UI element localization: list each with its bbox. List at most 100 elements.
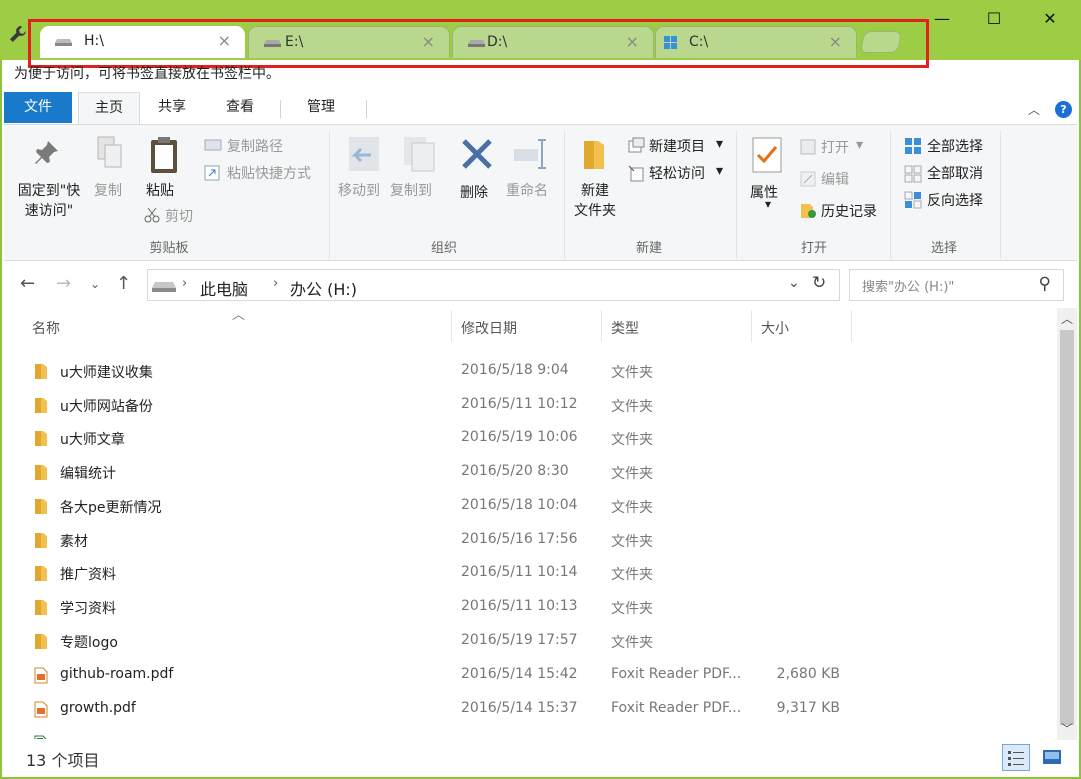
paste-shortcut-button[interactable]: 粘贴快捷方式 xyxy=(227,163,311,183)
properties-button[interactable]: 属性 xyxy=(750,182,778,202)
pin-quick-access-button[interactable]: 固定到"快 速访问" xyxy=(14,180,84,220)
column-divider[interactable] xyxy=(851,310,852,342)
group-label-clipboard: 剪贴板 xyxy=(149,241,189,256)
edit-button[interactable]: 编辑 xyxy=(821,169,849,189)
history-button[interactable]: 历史记录 xyxy=(821,201,877,221)
column-divider[interactable] xyxy=(451,310,452,342)
list-item[interactable]: 学习资料 2016/5/11 10:13 文件夹 xyxy=(4,591,1054,624)
rename-button[interactable]: 重命名 xyxy=(506,180,548,200)
group-label-new: 新建 xyxy=(635,241,662,256)
file-type: Foxit Reader PDF... xyxy=(611,666,742,682)
tab-home[interactable]: 主页 xyxy=(78,92,140,124)
scroll-up-icon[interactable]: ︿ xyxy=(1061,310,1073,327)
file-name: 编辑统计 xyxy=(60,466,116,482)
folder-icon xyxy=(35,364,47,379)
list-item[interactable]: github-roam.pdf 2016/5/14 15:42 Foxit Re… xyxy=(4,659,1054,692)
breadcrumb-drive[interactable]: 办公 (H:) xyxy=(290,276,357,300)
file-date: 2016/5/16 17:56 xyxy=(461,531,578,547)
group-separator xyxy=(564,131,565,259)
delete-icon xyxy=(460,137,494,175)
list-item[interactable]: 专题logo 2016/5/19 17:57 文件夹 xyxy=(4,625,1054,658)
help-icon[interactable]: ? xyxy=(1055,101,1072,118)
easy-access-dropdown-icon[interactable]: ▾ xyxy=(716,163,723,179)
folder-icon xyxy=(35,431,47,446)
pin-label-line1: 固定到"快 xyxy=(17,183,81,199)
column-modified[interactable]: 修改日期 xyxy=(461,318,517,338)
select-none-button[interactable]: 全部取消 xyxy=(927,163,983,183)
copy-path-button[interactable]: 复制路径 xyxy=(227,136,283,156)
copy-icon xyxy=(96,135,124,175)
column-type[interactable]: 类型 xyxy=(611,318,639,338)
address-dropdown-icon[interactable]: ⌄ xyxy=(788,275,800,291)
search-icon[interactable]: ⚲ xyxy=(1039,274,1051,294)
column-size[interactable]: 大小 xyxy=(761,318,789,338)
bookmark-hint: 为便于访问，可将书签直接放在书签栏中。 xyxy=(14,66,280,82)
move-to-button[interactable]: 移动到 xyxy=(338,180,380,200)
new-item-dropdown-icon[interactable]: ▾ xyxy=(716,136,723,152)
paste-button[interactable]: 粘贴 xyxy=(146,180,174,200)
tab-view[interactable]: 查看 xyxy=(210,92,270,123)
file-date: 2016/5/19 17:57 xyxy=(461,632,578,648)
large-icons-view-button[interactable] xyxy=(1038,744,1066,771)
scroll-down-icon[interactable]: ﹀ xyxy=(1061,720,1073,737)
column-divider[interactable] xyxy=(751,310,752,342)
up-arrow-icon[interactable]: ↑ xyxy=(116,273,131,294)
list-item[interactable]: 编辑统计 2016/5/20 8:30 文件夹 xyxy=(4,456,1054,489)
open-icon xyxy=(800,139,816,159)
list-item[interactable]: u大师建议收集 2016/5/18 9:04 文件夹 xyxy=(4,355,1054,388)
file-date: 2016/5/14 15:42 xyxy=(461,666,578,682)
details-view-button[interactable] xyxy=(1002,744,1030,771)
file-date: 2016/5/11 10:12 xyxy=(461,396,578,412)
cut-button[interactable]: 剪切 xyxy=(165,206,193,226)
back-arrow-icon[interactable]: ← xyxy=(20,273,35,294)
tab-divider xyxy=(366,100,367,118)
tab-share[interactable]: 共享 xyxy=(144,92,200,123)
list-item[interactable]: growth.pdf 2016/5/14 15:37 Foxit Reader … xyxy=(4,693,1054,726)
column-divider[interactable] xyxy=(601,310,602,342)
folder-icon xyxy=(35,634,47,649)
forward-arrow-icon[interactable]: → xyxy=(56,273,71,294)
list-item[interactable]: 素材 2016/5/16 17:56 文件夹 xyxy=(4,524,1054,557)
collapse-ribbon-icon[interactable]: ︿ xyxy=(1028,101,1040,118)
file-size: 2,680 KB xyxy=(776,666,840,682)
easy-access-button[interactable]: 轻松访问 xyxy=(649,163,705,183)
vertical-scrollbar[interactable]: ︿ ﹀ xyxy=(1057,308,1077,740)
select-none-icon xyxy=(904,165,922,187)
list-item[interactable]: u大师网站备份 2016/5/11 10:12 文件夹 xyxy=(4,389,1054,422)
tab-manage[interactable]: 管理 xyxy=(290,92,352,123)
minimize-button[interactable]: — xyxy=(925,7,959,31)
new-folder-button[interactable]: 新建 文件夹 xyxy=(572,180,618,220)
open-button[interactable]: 打开 xyxy=(821,137,849,157)
group-label-select: 选择 xyxy=(930,241,957,256)
list-item[interactable]: 各大pe更新情况 2016/5/18 10:04 文件夹 xyxy=(4,490,1054,523)
file-type: 文件夹 xyxy=(611,500,653,516)
scroll-thumb[interactable] xyxy=(1060,330,1074,725)
tab-file[interactable]: 文件 xyxy=(4,92,72,123)
maximize-button[interactable]: ☐ xyxy=(977,7,1011,31)
file-type: 文件夹 xyxy=(611,432,653,448)
wrench-icon[interactable] xyxy=(8,24,30,46)
list-item-partial[interactable] xyxy=(4,727,1054,739)
list-item[interactable]: 推广资料 2016/5/11 10:14 文件夹 xyxy=(4,557,1054,590)
copy-button[interactable]: 复制 xyxy=(94,180,122,200)
group-separator xyxy=(890,131,891,259)
copy-to-button[interactable]: 复制到 xyxy=(390,180,432,200)
properties-dropdown-icon[interactable]: ▾ xyxy=(765,197,771,211)
delete-button[interactable]: 删除 xyxy=(460,182,488,202)
open-dropdown-icon[interactable]: ▾ xyxy=(856,137,863,153)
new-item-icon xyxy=(628,137,645,157)
invert-selection-button[interactable]: 反向选择 xyxy=(927,190,983,210)
recent-dropdown-icon[interactable]: ⌄ xyxy=(90,277,100,291)
column-name[interactable]: 名称 xyxy=(32,318,60,338)
refresh-icon[interactable]: ↻ xyxy=(812,273,826,293)
breadcrumb-this-pc[interactable]: 此电脑 xyxy=(200,276,248,300)
address-bar[interactable]: › 此电脑 › 办公 (H:) ⌄ ↻ xyxy=(147,269,840,301)
search-input[interactable]: 搜索"办公 (H:)" ⚲ xyxy=(849,269,1064,301)
tab-divider xyxy=(280,100,281,118)
address-row: ← → ⌄ ↑ › 此电脑 › 办公 (H:) ⌄ ↻ 搜索"办公 (H:)" … xyxy=(4,267,1077,303)
new-folder-line1: 新建 xyxy=(581,183,609,199)
new-item-button[interactable]: 新建项目 xyxy=(649,136,705,156)
list-item[interactable]: u大师文章 2016/5/19 10:06 文件夹 xyxy=(4,422,1054,455)
select-all-button[interactable]: 全部选择 xyxy=(927,136,983,156)
close-button[interactable]: ✕ xyxy=(1033,7,1067,31)
